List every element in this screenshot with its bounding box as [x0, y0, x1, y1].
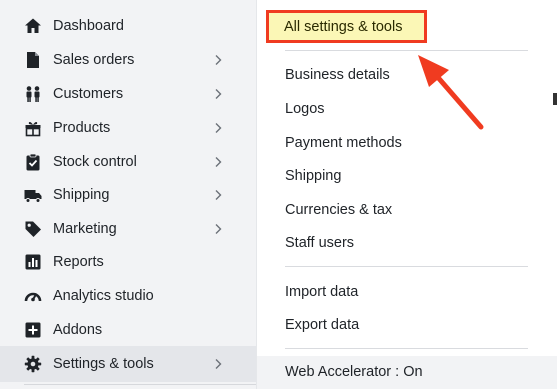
menu-item-payment-methods[interactable]: Payment methods — [285, 131, 402, 155]
annotation-arrow-icon — [418, 55, 484, 130]
home-icon — [24, 17, 42, 35]
document-icon — [24, 51, 42, 69]
menu-item-label: All settings & tools — [284, 18, 403, 35]
sidebar-item-label: Shipping — [53, 187, 110, 203]
menu-item-currencies-tax[interactable]: Currencies & tax — [285, 198, 392, 222]
sidebar-item-label: Stock control — [53, 154, 137, 170]
sidebar-item-label: Addons — [53, 322, 103, 338]
chevron-right-icon — [213, 88, 223, 100]
sidebar-item-analytics-studio[interactable]: Analytics studio — [0, 279, 256, 313]
menu-item-import-data[interactable]: Import data — [285, 280, 358, 304]
tag-icon — [24, 220, 42, 238]
sidebar-item-label: Customers — [53, 86, 124, 102]
web-accelerator-status[interactable]: Web Accelerator : On — [285, 364, 423, 380]
menu-item-staff-users[interactable]: Staff users — [285, 231, 354, 255]
chevron-right-icon — [213, 122, 223, 134]
sidebar-item-label: Sales orders — [53, 52, 135, 68]
chevron-right-icon — [213, 358, 223, 370]
chevron-right-icon — [213, 189, 223, 201]
bar-chart-icon — [24, 253, 42, 271]
gauge-icon — [24, 287, 42, 305]
sidebar-item-shipping[interactable]: Shipping — [0, 178, 256, 212]
scrollbar-edge — [553, 93, 557, 105]
sidebar-item-label: Marketing — [53, 221, 117, 237]
sidebar-item-settings-tools[interactable]: Settings & tools — [0, 346, 256, 382]
menu-item-business-details[interactable]: Business details — [285, 63, 390, 87]
sidebar-item-label: Settings & tools — [53, 356, 154, 372]
plus-square-icon — [24, 321, 42, 339]
menu-item-all-settings-tools[interactable]: All settings & tools — [266, 10, 427, 43]
sidebar-item-customers[interactable]: Customers — [0, 77, 256, 111]
sidebar-item-dashboard[interactable]: Dashboard — [0, 9, 256, 43]
sidebar-item-products[interactable]: Products — [0, 111, 256, 145]
sidebar-item-stock-control[interactable]: Stock control — [0, 145, 256, 179]
menu-item-export-data[interactable]: Export data — [285, 313, 359, 337]
sidebar-item-label: Reports — [53, 254, 104, 270]
clipboard-check-icon — [24, 153, 42, 171]
menu-footer: Web Accelerator : On — [257, 356, 557, 389]
sidebar-item-label: Products — [53, 120, 111, 136]
chevron-right-icon — [213, 54, 223, 66]
sidebar-item-label: Dashboard — [53, 18, 124, 34]
gear-icon — [24, 355, 42, 373]
menu-item-shipping[interactable]: Shipping — [285, 164, 341, 188]
chevron-right-icon — [213, 156, 223, 168]
menu-divider — [285, 348, 528, 349]
people-icon — [24, 85, 42, 103]
sidebar-divider — [24, 384, 256, 385]
truck-icon — [24, 186, 42, 204]
sidebar-item-sales-orders[interactable]: Sales orders — [0, 43, 256, 77]
sidebar-item-addons[interactable]: Addons — [0, 313, 256, 347]
menu-item-logos[interactable]: Logos — [285, 97, 325, 121]
sidebar-item-label: Analytics studio — [53, 288, 154, 304]
sidebar-item-marketing[interactable]: Marketing — [0, 212, 256, 246]
chevron-right-icon — [213, 223, 223, 235]
gift-box-icon — [24, 119, 42, 137]
sidebar-item-reports[interactable]: Reports — [0, 245, 256, 279]
sidebar: Dashboard Sales orders Customers Product… — [0, 0, 256, 389]
menu-divider — [285, 266, 528, 267]
